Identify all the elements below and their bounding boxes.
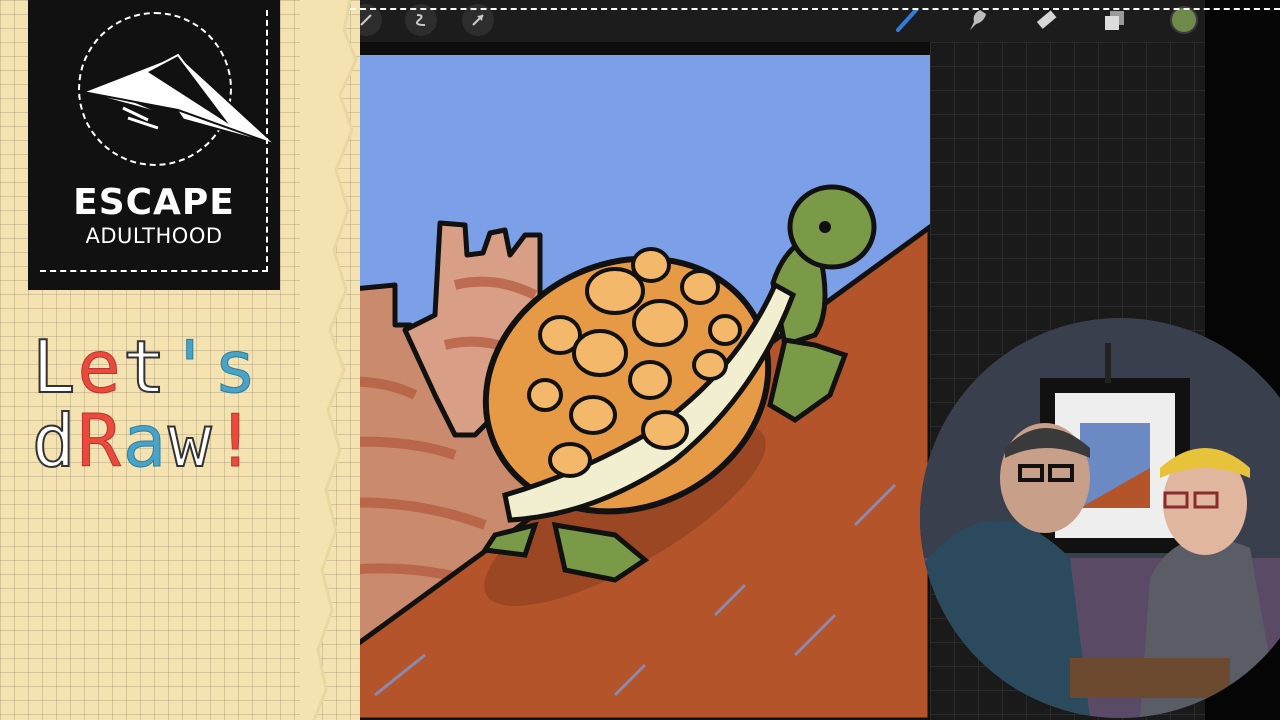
brand-subtitle: ADULTHOOD (85, 224, 223, 248)
drawing-canvas[interactable] (315, 55, 930, 720)
banner-letter: e (77, 325, 123, 409)
banner-letter: R (77, 399, 123, 483)
paper-airplane-icon (79, 53, 277, 146)
banner-letter: s (213, 325, 259, 409)
lets-draw-banner: Let's dRaw! (31, 329, 322, 479)
banner-letter: a (122, 399, 169, 483)
logo-dashed-border (40, 270, 268, 272)
torn-paper-edge (300, 0, 358, 720)
logo-badge: ESCAPE ADULTHOOD (28, 0, 280, 290)
banner-line-1: Let's (31, 329, 322, 405)
banner-letter: ! (213, 399, 259, 483)
logo-dashed-border-vertical (266, 10, 268, 272)
banner-letter: L (31, 325, 78, 409)
drawing-app-toolbar (330, 0, 1205, 42)
dashed-guide-line (350, 8, 1280, 10)
brand-title: ESCAPE (73, 182, 235, 223)
banner-letter: ' (168, 325, 214, 409)
banner-letter: w (167, 399, 214, 483)
banner-line-2: dRaw! (31, 403, 322, 479)
banner-letter: d (31, 399, 78, 483)
banner-letter: t (122, 325, 169, 409)
